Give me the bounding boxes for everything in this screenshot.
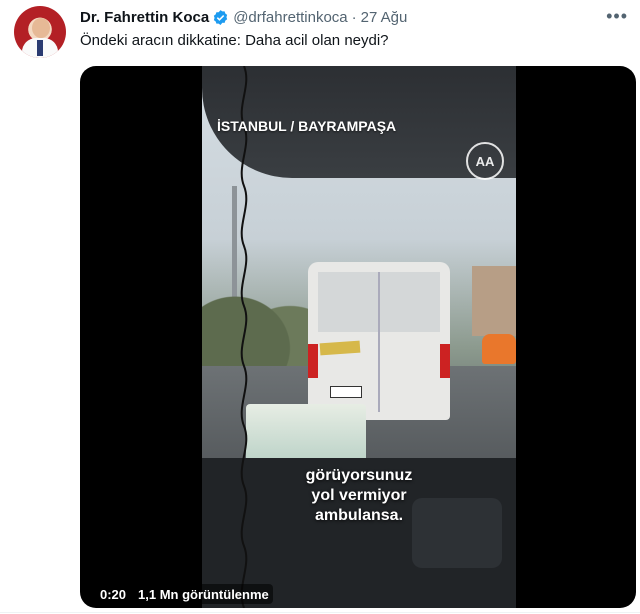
- tweet[interactable]: Dr. Fahrettin Koca @drfahrettinkoca · 27…: [0, 0, 640, 614]
- video-views: 1,1 Mn görüntülenme: [138, 586, 269, 602]
- video-info-pill: 0:20 1,1 Mn görüntülenme: [96, 584, 273, 604]
- van-door-split: [378, 272, 380, 412]
- video-frame[interactable]: [202, 66, 516, 608]
- roadside-building: [472, 266, 516, 336]
- avatar-tie: [37, 40, 43, 56]
- avatar[interactable]: [14, 6, 66, 58]
- agency-logo: AA: [466, 142, 504, 180]
- divider: [0, 612, 640, 613]
- van-plate: [330, 386, 362, 398]
- subtitle-line: yol vermiyor: [311, 487, 407, 504]
- video-player[interactable]: İSTANBUL / BAYRAMPAŞA AA görüyorsunuz yo…: [80, 66, 636, 608]
- subtitle-line: görüyorsunuz: [305, 467, 413, 484]
- more-horizontal-icon[interactable]: •••: [606, 6, 628, 27]
- header-separator: ·: [351, 8, 357, 26]
- orange-car: [482, 334, 516, 364]
- location-caption: İSTANBUL / BAYRAMPAŞA: [217, 118, 397, 134]
- van-taillight-right: [440, 344, 450, 378]
- van-taillight-left: [308, 344, 318, 378]
- video-elapsed: 0:20: [100, 586, 127, 602]
- tweet-timestamp[interactable]: 27 Ağu: [361, 9, 408, 26]
- tissue-box: [246, 404, 366, 462]
- avatar-face: [32, 18, 50, 38]
- verified-badge-icon: [214, 9, 228, 25]
- tweet-text: Öndeki aracın dikkatine: Daha acil olan …: [80, 32, 389, 49]
- white-van: [308, 262, 450, 420]
- van-tape: [319, 340, 361, 356]
- subtitle-line: ambulansa.: [314, 507, 404, 524]
- video-subtitle: görüyorsunuz yol vermiyor ambulansa.: [244, 466, 474, 526]
- coiled-cable: [240, 66, 248, 608]
- author-name[interactable]: Dr. Fahrettin Koca: [80, 9, 209, 26]
- author-handle[interactable]: @drfahrettinkoca: [233, 9, 347, 26]
- tweet-header: Dr. Fahrettin Koca @drfahrettinkoca · 27…: [80, 6, 407, 28]
